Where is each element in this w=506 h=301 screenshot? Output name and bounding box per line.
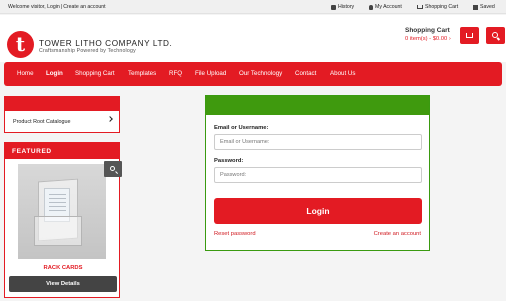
nav-item-rfq[interactable]: RFQ	[169, 70, 182, 77]
company-name: TOWER LITHO COMPANY LTD.	[39, 39, 173, 48]
history-link[interactable]: History	[331, 4, 354, 10]
login-header-band	[206, 96, 429, 115]
email-label: Email or Username:	[214, 125, 269, 131]
featured-panel: FEATURED RACK CARDS View Details	[4, 142, 122, 298]
nav-item-our-technology[interactable]: Our Technology	[239, 70, 282, 77]
product-image[interactable]	[18, 164, 106, 259]
reset-password-link[interactable]: Reset password	[214, 231, 256, 237]
search-icon	[492, 32, 498, 38]
password-field[interactable]	[214, 167, 422, 183]
top-create-account-link[interactable]: Create an account	[63, 4, 105, 10]
email-field[interactable]	[214, 134, 422, 150]
my-account-link[interactable]: My Account	[369, 4, 402, 10]
top-shopping-cart-link[interactable]: Shopping Cart	[417, 4, 458, 10]
main-navigation: Home Login Shopping Cart Templates RFQ F…	[4, 62, 502, 86]
my-account-label: My Account	[375, 4, 402, 10]
cart-button[interactable]	[460, 27, 479, 44]
chevron-right-icon[interactable]	[107, 116, 113, 122]
rack-card-holder-illustration	[32, 178, 84, 248]
catalogue-panel: Product Root Catalogue	[4, 96, 120, 133]
magnifier-icon	[110, 166, 115, 171]
user-icon	[369, 4, 373, 10]
nav-item-login[interactable]: Login	[46, 70, 63, 77]
history-icon	[331, 4, 336, 10]
catalogue-header-band	[5, 97, 119, 111]
header-cart-summary[interactable]: 0 item(s) - $0.00 ›	[405, 36, 451, 42]
featured-title: FEATURED	[5, 143, 119, 159]
password-label: Password:	[214, 158, 244, 164]
top-login-link[interactable]: Login	[47, 4, 60, 10]
welcome-prefix: Welcome visitor,	[8, 4, 46, 10]
top-shopping-cart-label: Shopping Cart	[425, 4, 459, 10]
product-name[interactable]: RACK CARDS	[5, 265, 121, 271]
login-button[interactable]: Login	[214, 198, 422, 224]
welcome-text: Welcome visitor, Login|Create an account	[8, 4, 106, 10]
nav-item-about-us[interactable]: About Us	[330, 70, 355, 77]
create-account-link[interactable]: Create an account	[374, 231, 421, 237]
nav-item-file-upload[interactable]: File Upload	[195, 70, 226, 77]
floppy-disk-icon	[473, 4, 478, 10]
header-cart-title[interactable]: Shopping Cart	[405, 27, 450, 34]
cart-icon	[417, 5, 423, 9]
saved-label: Saved	[480, 4, 495, 10]
nav-item-templates[interactable]: Templates	[128, 70, 156, 77]
cart-icon	[466, 33, 473, 38]
top-utility-bar: Welcome visitor, Login|Create an account…	[0, 0, 506, 14]
company-tagline: Craftsmanship Powered by Technology	[39, 48, 136, 54]
nav-item-shopping-cart[interactable]: Shopping Cart	[75, 70, 115, 77]
link-separator: |	[60, 4, 63, 10]
view-details-button[interactable]: View Details	[9, 276, 117, 292]
nav-item-contact[interactable]: Contact	[295, 70, 316, 77]
zoom-button[interactable]	[104, 161, 122, 177]
saved-link[interactable]: Saved	[473, 4, 495, 10]
history-label: History	[338, 4, 355, 10]
company-logo[interactable]: t	[7, 31, 34, 58]
search-button[interactable]	[486, 27, 505, 44]
catalogue-item-product-root[interactable]: Product Root Catalogue	[13, 119, 71, 125]
login-panel: Email or Username: Password: Login Reset…	[205, 95, 430, 251]
nav-item-home[interactable]: Home	[17, 70, 34, 77]
